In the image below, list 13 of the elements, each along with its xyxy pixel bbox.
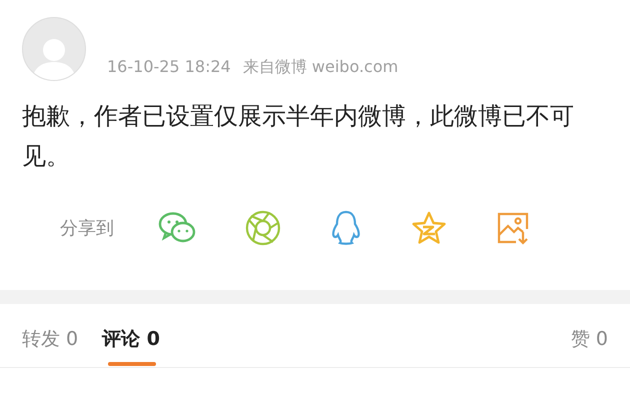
aperture-icon[interactable] [245, 210, 281, 246]
tab[interactable]: 转发 0 [22, 325, 78, 366]
image-download-icon[interactable] [496, 211, 530, 245]
tab[interactable]: 赞 0 [570, 325, 608, 366]
post-text: 抱歉，作者已设置仅展示半年内微博，此微博已不可见。 [21, 101, 575, 172]
post-source: 来自微博 weibo.com [242, 56, 398, 78]
post-time: 16-10-25 18:24 [107, 56, 231, 78]
penguin-icon[interactable] [330, 210, 362, 246]
tab[interactable]: 评论 0 [102, 325, 160, 366]
star-icon[interactable] [411, 211, 447, 245]
chat-bubbles-icon[interactable] [158, 211, 196, 245]
tab-underline [108, 362, 156, 366]
share-label: 分享到 [60, 216, 114, 240]
